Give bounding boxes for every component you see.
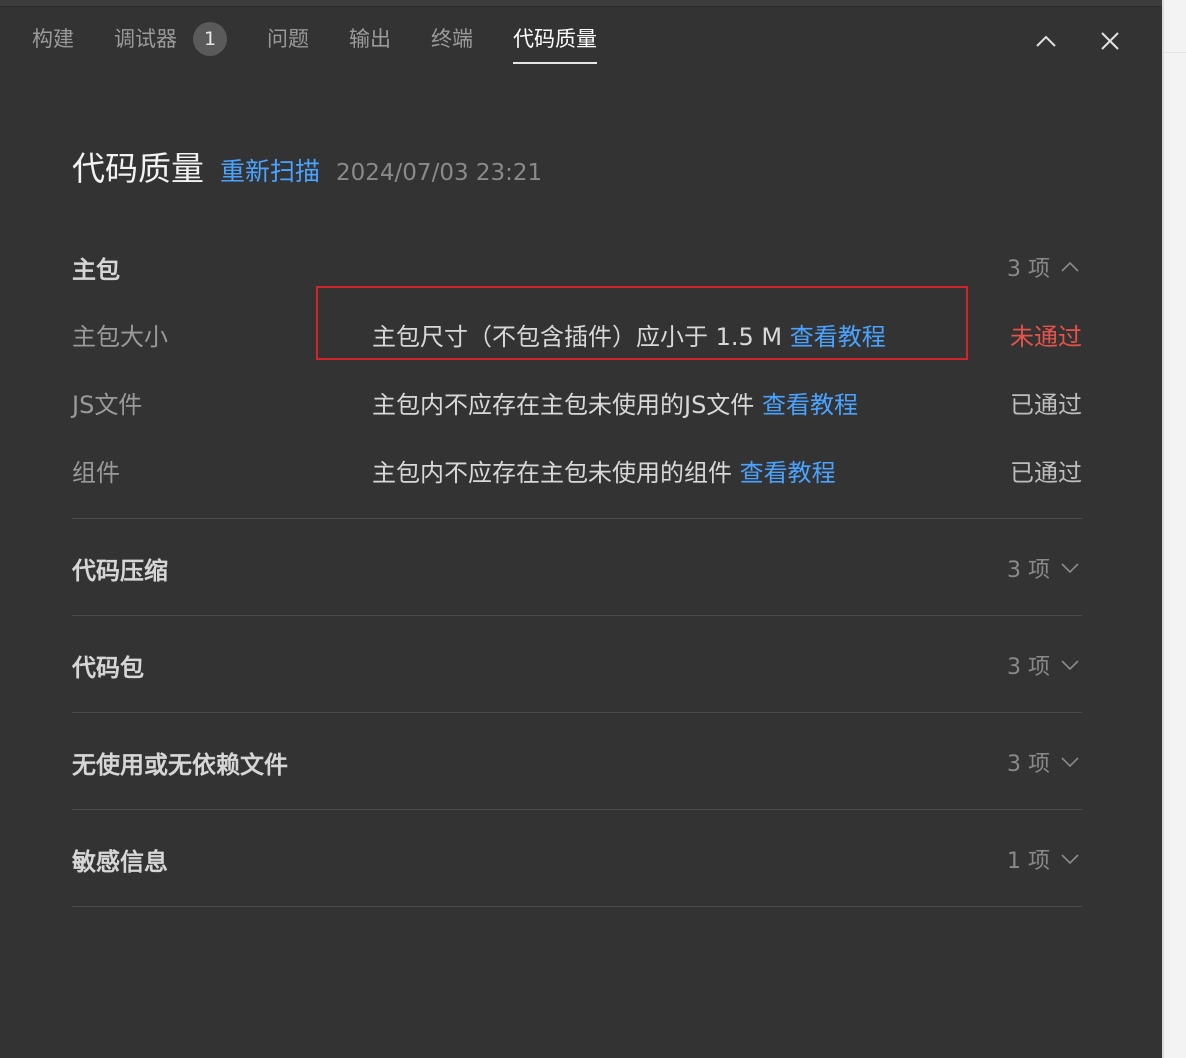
check-status-passed: 已通过 bbox=[1010, 391, 1082, 419]
section-title: 敏感信息 bbox=[72, 847, 168, 876]
section-divider bbox=[72, 615, 1082, 616]
check-description-text: 主包内不应存在主包未使用的JS文件 bbox=[372, 391, 755, 419]
check-label: 组件 bbox=[72, 459, 120, 487]
section-code-package[interactable]: 代码包 3 项 bbox=[72, 645, 1082, 685]
check-description: 主包内不应存在主包未使用的组件 查看教程 bbox=[372, 453, 836, 488]
section-count: 3 项 bbox=[1007, 552, 1082, 584]
section-count-label: 3 项 bbox=[1007, 655, 1050, 680]
check-row-components: 组件 主包内不应存在主包未使用的组件 查看教程 已通过 bbox=[72, 447, 1082, 487]
collapse-panel-button[interactable] bbox=[1031, 26, 1061, 56]
section-divider bbox=[72, 809, 1082, 810]
section-count: 3 项 bbox=[1007, 251, 1082, 283]
section-count: 3 项 bbox=[1007, 746, 1082, 778]
editor-edge-strip bbox=[1162, 0, 1186, 1058]
tab-terminal[interactable]: 终端 bbox=[431, 20, 473, 64]
section-title: 代码包 bbox=[72, 653, 144, 682]
section-title: 主包 bbox=[72, 255, 120, 284]
tab-label: 问题 bbox=[267, 27, 309, 51]
section-sensitive-info[interactable]: 敏感信息 1 项 bbox=[72, 839, 1082, 879]
tab-code-quality[interactable]: 代码质量 bbox=[513, 20, 597, 64]
code-quality-panel: 构建 调试器 1 问题 输出 终端 代码质量 代码质量 重新扫描 2024/07… bbox=[0, 0, 1162, 1058]
chevron-down-icon bbox=[1061, 854, 1079, 865]
chevron-up-icon bbox=[1036, 35, 1056, 47]
view-tutorial-link[interactable]: 查看教程 bbox=[740, 459, 836, 487]
debugger-count-badge: 1 bbox=[193, 22, 227, 56]
view-tutorial-link[interactable]: 查看教程 bbox=[762, 391, 858, 419]
check-row-js-files: JS文件 主包内不应存在主包未使用的JS文件 查看教程 已通过 bbox=[72, 379, 1082, 419]
check-description-text: 主包内不应存在主包未使用的组件 bbox=[372, 459, 732, 487]
tab-debugger[interactable]: 调试器 1 bbox=[114, 20, 227, 64]
chevron-down-icon bbox=[1061, 757, 1079, 768]
check-status-passed: 已通过 bbox=[1010, 459, 1082, 487]
section-title: 无使用或无依赖文件 bbox=[72, 750, 288, 779]
annotation-highlight-box bbox=[316, 286, 968, 360]
page-title: 代码质量 bbox=[72, 149, 204, 188]
check-label: JS文件 bbox=[72, 391, 143, 419]
chevron-up-icon bbox=[1061, 261, 1079, 272]
section-count-label: 1 项 bbox=[1007, 849, 1050, 874]
section-divider bbox=[72, 518, 1082, 519]
tab-label: 代码质量 bbox=[513, 27, 597, 51]
check-description: 主包内不应存在主包未使用的JS文件 查看教程 bbox=[372, 385, 858, 420]
scan-timestamp: 2024/07/03 23:21 bbox=[336, 160, 543, 186]
close-panel-button[interactable] bbox=[1095, 26, 1125, 56]
section-main-package[interactable]: 主包 3 项 bbox=[72, 247, 1082, 287]
tab-build[interactable]: 构建 bbox=[32, 20, 74, 64]
section-count-label: 3 项 bbox=[1007, 558, 1050, 583]
tab-label: 构建 bbox=[32, 27, 74, 51]
panel-top-border bbox=[0, 0, 1162, 7]
check-label: 主包大小 bbox=[72, 323, 168, 351]
tab-problems[interactable]: 问题 bbox=[267, 20, 309, 64]
tab-output[interactable]: 输出 bbox=[349, 20, 391, 64]
check-status-failed: 未通过 bbox=[1010, 323, 1082, 351]
tab-label: 输出 bbox=[349, 27, 391, 51]
section-count-label: 3 项 bbox=[1007, 257, 1050, 282]
section-divider bbox=[72, 906, 1082, 907]
section-count-label: 3 项 bbox=[1007, 752, 1050, 777]
section-divider bbox=[72, 712, 1082, 713]
tab-label: 终端 bbox=[431, 27, 473, 51]
section-code-minification[interactable]: 代码压缩 3 项 bbox=[72, 548, 1082, 588]
edge-divider bbox=[1164, 52, 1186, 53]
section-unused-files[interactable]: 无使用或无依赖文件 3 项 bbox=[72, 742, 1082, 782]
rescan-link[interactable]: 重新扫描 bbox=[220, 152, 320, 188]
section-count: 1 项 bbox=[1007, 843, 1082, 875]
chevron-down-icon bbox=[1061, 563, 1079, 574]
page-heading: 代码质量 重新扫描 2024/07/03 23:21 bbox=[72, 142, 542, 190]
panel-tab-bar: 构建 调试器 1 问题 输出 终端 代码质量 bbox=[32, 20, 637, 70]
section-title: 代码压缩 bbox=[72, 556, 168, 585]
close-icon bbox=[1101, 32, 1119, 50]
tab-label: 调试器 bbox=[114, 27, 177, 51]
chevron-down-icon bbox=[1061, 660, 1079, 671]
section-count: 3 项 bbox=[1007, 649, 1082, 681]
